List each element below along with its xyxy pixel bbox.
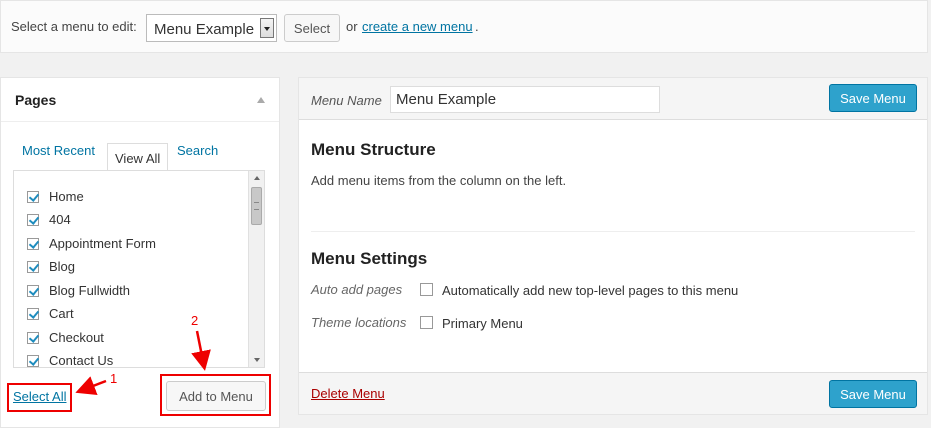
menu-name-label: Menu Name: [311, 93, 382, 108]
arrow-icon: [191, 330, 211, 371]
save-menu-button-top[interactable]: Save Menu: [829, 84, 917, 112]
menu-edit-panel: Menu Name Save Menu Menu Structure Add m…: [298, 77, 928, 415]
auto-add-pages-checkbox[interactable]: [420, 283, 433, 296]
menu-name-input[interactable]: [390, 86, 660, 113]
auto-add-pages-text: Automatically add new top-level pages to…: [442, 283, 739, 298]
menu-structure-desc: Add menu items from the column on the le…: [311, 173, 567, 188]
menu-settings-title: Menu Settings: [311, 249, 428, 268]
primary-menu-checkbox[interactable]: [420, 316, 433, 329]
menu-footer: Delete Menu Save Menu: [299, 372, 927, 414]
primary-menu-text: Primary Menu: [442, 316, 523, 331]
menu-header: Menu Name Save Menu: [299, 78, 927, 120]
save-menu-button-bottom[interactable]: Save Menu: [829, 380, 917, 408]
arrow-icon: [75, 376, 107, 395]
menu-structure-title: Menu Structure: [311, 140, 436, 159]
divider: [311, 231, 915, 232]
delete-menu-link[interactable]: Delete Menu: [311, 386, 385, 401]
auto-add-pages-label: Auto add pages: [311, 282, 403, 297]
theme-locations-label: Theme locations: [311, 315, 407, 330]
